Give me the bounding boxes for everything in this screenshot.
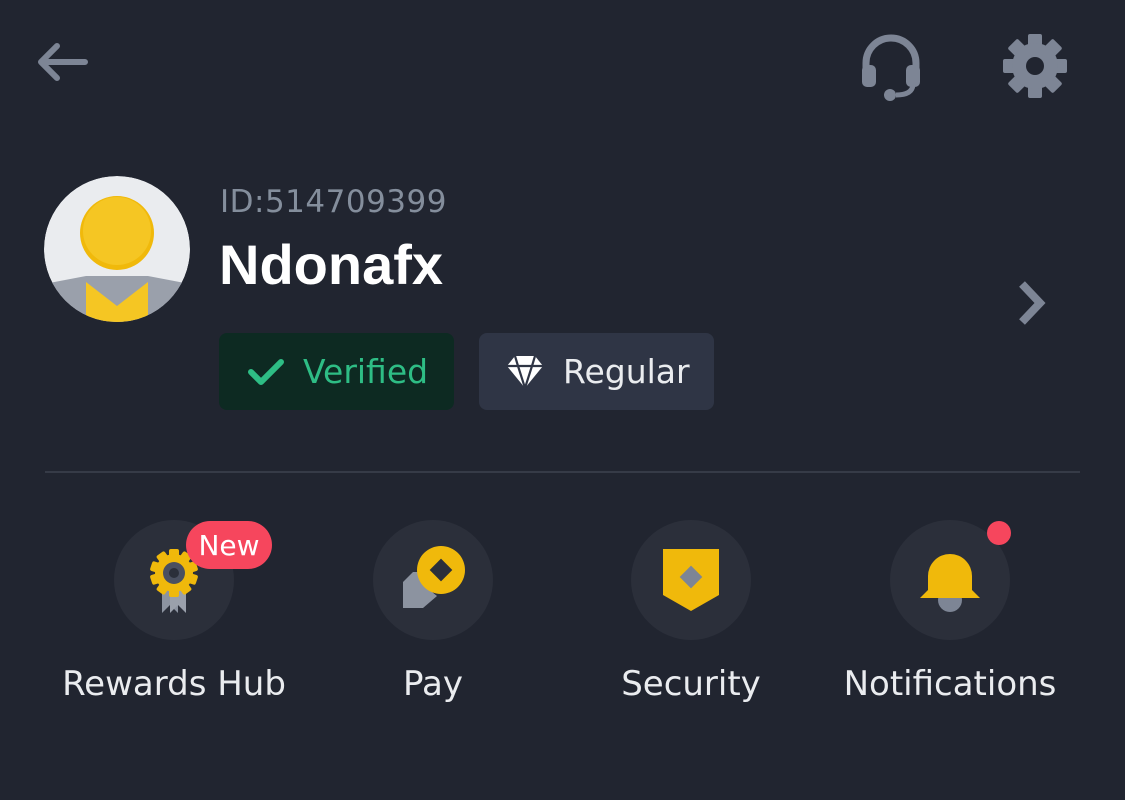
security-label: Security	[621, 664, 761, 704]
notification-dot	[987, 521, 1011, 545]
avatar[interactable]	[44, 176, 190, 322]
user-id: ID:514709399	[220, 184, 447, 220]
vip-level-badge[interactable]: Regular	[479, 333, 714, 410]
pay-icon-circle	[373, 520, 493, 640]
divider	[45, 471, 1080, 473]
shield-icon	[663, 549, 719, 611]
headset-icon	[862, 34, 920, 101]
notifications-button[interactable]: Notifications	[820, 520, 1080, 704]
user-avatar-icon	[44, 176, 190, 322]
pay-icon	[403, 546, 465, 608]
arrow-left-icon	[38, 43, 88, 81]
settings-button[interactable]	[995, 28, 1075, 104]
diamond-icon	[505, 354, 545, 390]
rewards-hub-label: Rewards Hub	[62, 664, 286, 704]
profile-arrow-button[interactable]	[1008, 276, 1056, 330]
support-button[interactable]	[850, 28, 932, 104]
pay-button[interactable]: Pay	[303, 520, 563, 704]
bell-icon	[920, 554, 980, 612]
pay-label: Pay	[403, 664, 463, 704]
vip-level-label: Regular	[563, 352, 690, 391]
gear-icon	[1003, 34, 1067, 98]
username: Ndonafx	[219, 233, 443, 296]
new-badge: New	[186, 521, 272, 569]
verified-badge[interactable]: Verified	[219, 333, 454, 410]
verified-label: Verified	[303, 352, 429, 391]
notifications-label: Notifications	[843, 664, 1057, 704]
back-button[interactable]	[28, 34, 94, 90]
check-icon	[247, 357, 285, 387]
chevron-right-icon	[1019, 281, 1046, 325]
security-icon-circle	[631, 520, 751, 640]
security-button[interactable]: Security	[561, 520, 821, 704]
